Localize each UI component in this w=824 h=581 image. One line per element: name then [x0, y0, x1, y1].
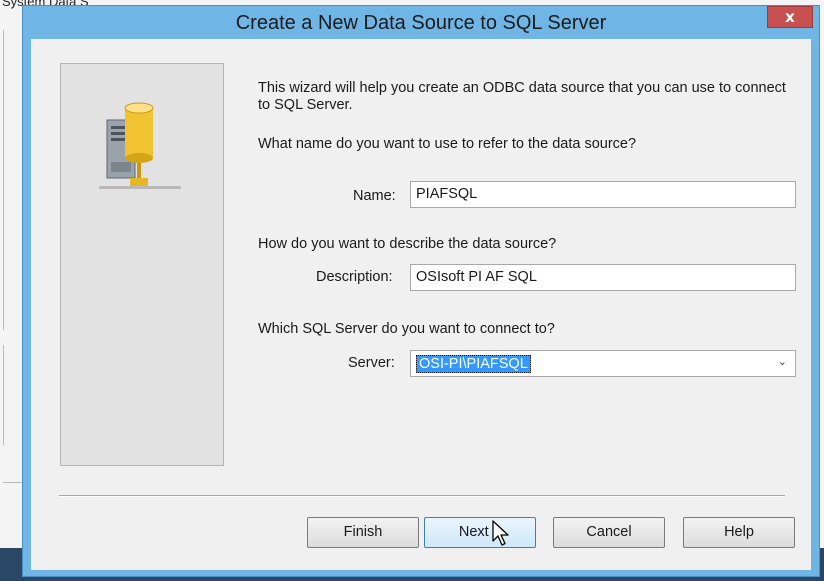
title-bar[interactable]: Create a New Data Source to SQL Server x: [23, 6, 819, 38]
wizard-intro-text: This wizard will help you create an ODBC…: [258, 80, 786, 113]
dialog-body: This wizard will help you create an ODBC…: [31, 39, 811, 570]
close-icon: x: [785, 8, 795, 26]
name-value: PIAFSQL: [416, 186, 478, 202]
create-data-source-dialog: Create a New Data Source to SQL Server x: [22, 5, 820, 577]
server-question: Which SQL Server do you want to connect …: [258, 321, 555, 337]
background-edge: [3, 482, 22, 483]
close-button[interactable]: x: [767, 6, 813, 28]
description-label: Description:: [316, 269, 393, 285]
name-field[interactable]: PIAFSQL: [410, 181, 796, 208]
description-field[interactable]: OSIsoft PI AF SQL: [410, 264, 796, 291]
mouse-pointer-icon: [492, 520, 509, 546]
server-value: OSI-PI\PIAFSQL: [416, 355, 531, 373]
finish-button[interactable]: Finish: [307, 517, 419, 548]
description-value: OSIsoft PI AF SQL: [416, 269, 537, 285]
name-label: Name:: [353, 188, 396, 204]
name-question: What name do you want to use to refer to…: [258, 136, 637, 152]
background-edge: [3, 345, 4, 445]
wizard-side-panel: [60, 63, 224, 466]
database-server-icon: [99, 102, 181, 189]
background-edge: [3, 30, 4, 330]
chevron-down-icon[interactable]: ⌄: [778, 355, 787, 368]
server-select[interactable]: OSI-PI\PIAFSQL ⌄: [410, 350, 796, 377]
help-button[interactable]: Help: [683, 517, 795, 548]
button-divider: [59, 495, 785, 497]
description-question: How do you want to describe the data sou…: [258, 236, 557, 252]
cancel-button[interactable]: Cancel: [553, 517, 665, 548]
next-button[interactable]: Next >: [424, 517, 536, 548]
server-label: Server:: [348, 355, 395, 371]
dialog-title: Create a New Data Source to SQL Server: [235, 12, 607, 34]
